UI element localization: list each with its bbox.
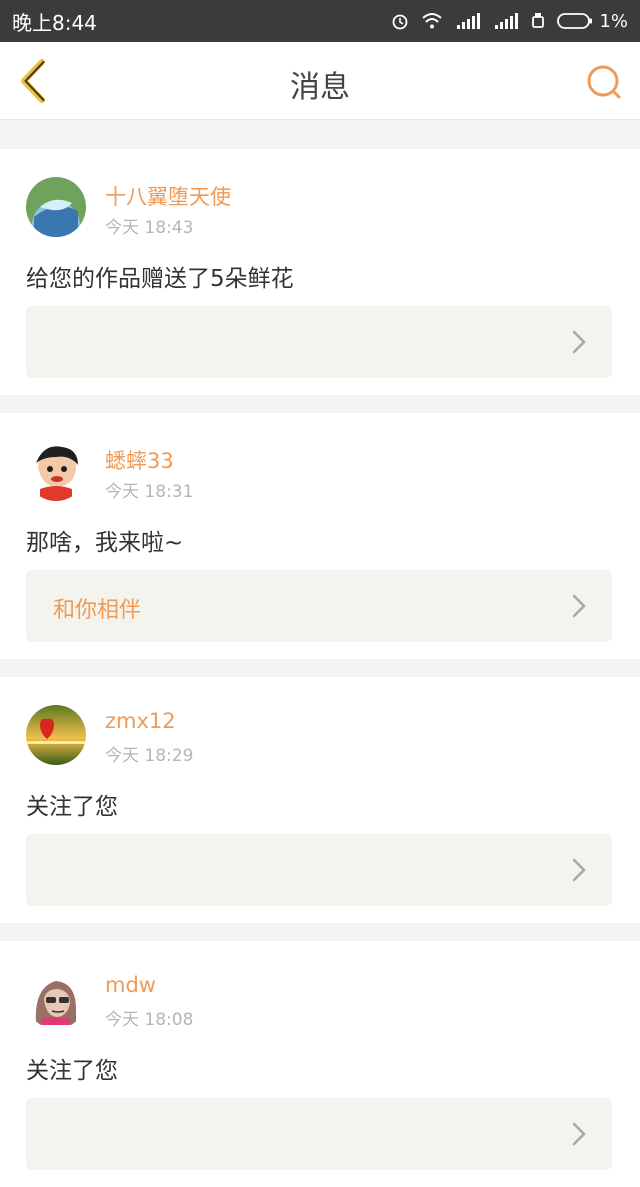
alarm-icon xyxy=(391,12,409,30)
quoted-work-box[interactable]: 和你相伴 xyxy=(26,570,612,642)
message-text: 关注了您 xyxy=(26,794,118,820)
battery-icon xyxy=(557,12,593,30)
signal-icon xyxy=(493,12,519,30)
avatar[interactable] xyxy=(26,177,86,237)
message-item[interactable]: mdw 今天 18:08 关注了您 xyxy=(0,941,640,1187)
message-text: 给您的作品赠送了5朵鲜花 xyxy=(26,266,294,292)
quoted-work-title: 和你相伴 xyxy=(53,598,142,623)
search-button[interactable] xyxy=(584,62,624,102)
signal-icon xyxy=(455,12,481,30)
message-item[interactable]: 蟋蟀33 今天 18:31 那啥，我来啦~ 和你相伴 xyxy=(0,413,640,659)
username[interactable]: 十八翼堕天使 xyxy=(105,181,231,211)
chevron-right-icon xyxy=(572,1122,586,1146)
wifi-icon xyxy=(421,12,443,30)
quoted-work-box[interactable] xyxy=(26,306,612,378)
status-icons: 1% xyxy=(391,11,628,32)
username[interactable]: mdw xyxy=(105,973,156,997)
page-title: 消息 xyxy=(290,70,350,105)
timestamp: 今天 18:08 xyxy=(105,1010,194,1030)
username[interactable]: zmx12 xyxy=(105,709,176,733)
quoted-work-box[interactable] xyxy=(26,834,612,906)
message-text: 关注了您 xyxy=(26,1058,118,1084)
username[interactable]: 蟋蟀33 xyxy=(105,445,174,475)
timestamp: 今天 18:29 xyxy=(105,746,194,766)
avatar[interactable] xyxy=(26,441,86,501)
quoted-work-box[interactable] xyxy=(26,1098,612,1170)
status-bar: 晚上8:44 1% xyxy=(0,0,640,42)
battery: 1% xyxy=(557,11,628,32)
search-icon xyxy=(584,65,624,106)
avatar[interactable] xyxy=(26,969,86,1029)
usb-icon xyxy=(531,12,545,30)
timestamp: 今天 18:43 xyxy=(105,218,194,238)
status-time: 晚上8:44 xyxy=(12,10,97,35)
chevron-right-icon xyxy=(572,594,586,618)
chevron-right-icon xyxy=(572,330,586,354)
chevron-right-icon xyxy=(572,858,586,882)
message-item[interactable]: zmx12 今天 18:29 关注了您 xyxy=(0,677,640,923)
timestamp: 今天 18:31 xyxy=(105,482,194,502)
battery-percent: 1% xyxy=(599,10,628,32)
avatar[interactable] xyxy=(26,705,86,765)
message-text: 那啥，我来啦~ xyxy=(26,530,184,556)
message-item[interactable]: 十八翼堕天使 今天 18:43 给您的作品赠送了5朵鲜花 xyxy=(0,149,640,395)
nav-bar: 消息 xyxy=(0,42,640,120)
